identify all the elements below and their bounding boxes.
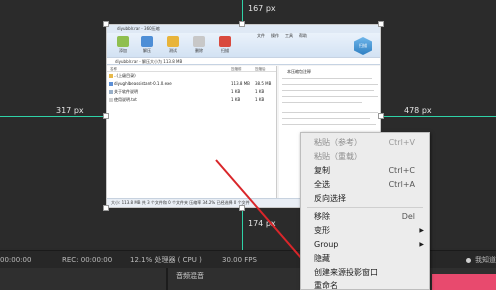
shield-icon: 扫描: [354, 37, 372, 55]
file-row[interactable]: diyughlbeassistant-0.1.0.exe 113.8 MB 38.5…: [107, 80, 276, 88]
stream-status-label: 我知道: [475, 256, 496, 264]
bottom-distance-label: 174 px: [248, 219, 276, 228]
menu-file[interactable]: 文件: [257, 33, 265, 39]
left-distance-label: 317 px: [56, 106, 84, 115]
comment-text-line: [282, 102, 362, 103]
stream-status-dot: [466, 258, 471, 263]
file-icon: [109, 90, 113, 94]
menu-item-select-all[interactable]: 全选 Ctrl+A: [301, 178, 429, 191]
start-streaming-button[interactable]: [432, 274, 496, 290]
resize-handle-top-right[interactable]: [378, 21, 384, 27]
archive-path-bar: diyubblr.rar - 解压大小为 113.8 MB: [107, 57, 380, 65]
menu-item-group[interactable]: Group ▶: [301, 238, 429, 251]
comment-text-line: [282, 118, 370, 119]
right-distance-label: 478 px: [404, 106, 432, 115]
add-icon: [117, 36, 129, 47]
menu-item-projector[interactable]: 创建来源投影窗口: [301, 266, 429, 279]
toolbar-delete[interactable]: 删除: [189, 36, 209, 54]
top-distance-label: 167 px: [248, 4, 276, 13]
resize-handle-left[interactable]: [103, 113, 109, 119]
archive-toolbar: 添加 解压 测试 删除 扫描 文件 操作 工具 帮助 扫描: [107, 33, 380, 57]
txt-file-icon: [109, 98, 113, 102]
context-menu: 粘贴（参考） Ctrl+V 粘贴（重载） 复制 Ctrl+C 全选 Ctrl+A 反向…: [300, 132, 430, 290]
menu-item-paste-duplicate[interactable]: 粘贴（重载）: [301, 150, 429, 163]
menu-item-hide[interactable]: 隐藏: [301, 252, 429, 265]
fps-readout: 30.00 FPS: [222, 256, 257, 264]
comment-text-line: [282, 112, 378, 113]
bottom-guide-line: [242, 208, 243, 250]
comment-title: 本压缩包注释: [287, 69, 311, 74]
resize-handle-top[interactable]: [239, 21, 245, 27]
file-row[interactable]: ..(上级目录): [107, 72, 276, 80]
menu-help[interactable]: 帮助: [299, 33, 307, 39]
menu-item-invert-selection[interactable]: 反向选择: [301, 192, 429, 205]
cpu-usage: 12.1% 处理器 ( CPU ): [130, 256, 202, 264]
resize-handle-right[interactable]: [378, 113, 384, 119]
resize-handle-bottom[interactable]: [239, 205, 245, 211]
menu-operate[interactable]: 操作: [271, 33, 279, 39]
menu-item-remove[interactable]: 移除 Del: [301, 210, 429, 223]
submenu-arrow-icon: ▶: [419, 227, 424, 234]
toolbar-add[interactable]: 添加: [113, 36, 133, 54]
rec-time: REC: 00:00:00: [62, 256, 113, 264]
dock-divider: [166, 268, 168, 290]
toolbar-scan[interactable]: 扫描: [215, 36, 235, 54]
extract-icon: [141, 36, 153, 47]
comment-text-line: [282, 78, 372, 79]
column-name: 名称: [110, 67, 117, 71]
audio-mixer-title: 音频混音: [176, 272, 204, 280]
comment-text-line: [282, 90, 374, 91]
delete-icon: [193, 36, 205, 47]
exe-icon: [109, 82, 113, 86]
menu-item-paste-reference[interactable]: 粘贴（参考） Ctrl+V: [301, 136, 429, 149]
menu-item-transform[interactable]: 变形 ▶: [301, 224, 429, 237]
toolbar-test[interactable]: 测试: [163, 36, 183, 54]
menu-item-copy[interactable]: 复制 Ctrl+C: [301, 164, 429, 177]
comment-text-line: [282, 84, 378, 85]
archive-file-list: 名称 压缩前 压缩后 ..(上级目录) diyughlbeassistant-0…: [107, 66, 277, 200]
folder-icon: [109, 74, 113, 78]
submenu-arrow-icon: ▶: [419, 241, 424, 248]
toolbar-extract[interactable]: 解压: [137, 36, 157, 54]
resize-handle-top-left[interactable]: [103, 21, 109, 27]
live-time: 00:00:00: [0, 256, 32, 264]
file-row[interactable]: 使用说明.txt 1 KB 1 KB: [107, 96, 276, 104]
menu-item-rename[interactable]: 重命名: [301, 279, 429, 290]
comment-text-line: [282, 96, 378, 97]
resize-handle-bottom-left[interactable]: [103, 205, 109, 211]
comment-text-line: [282, 124, 376, 125]
scan-icon: [219, 36, 231, 47]
file-row[interactable]: 关于软件说明 1 KB 1 KB: [107, 88, 276, 96]
test-icon: [167, 36, 179, 47]
menu-separator: [307, 207, 423, 208]
menu-tools[interactable]: 工具: [285, 33, 293, 39]
